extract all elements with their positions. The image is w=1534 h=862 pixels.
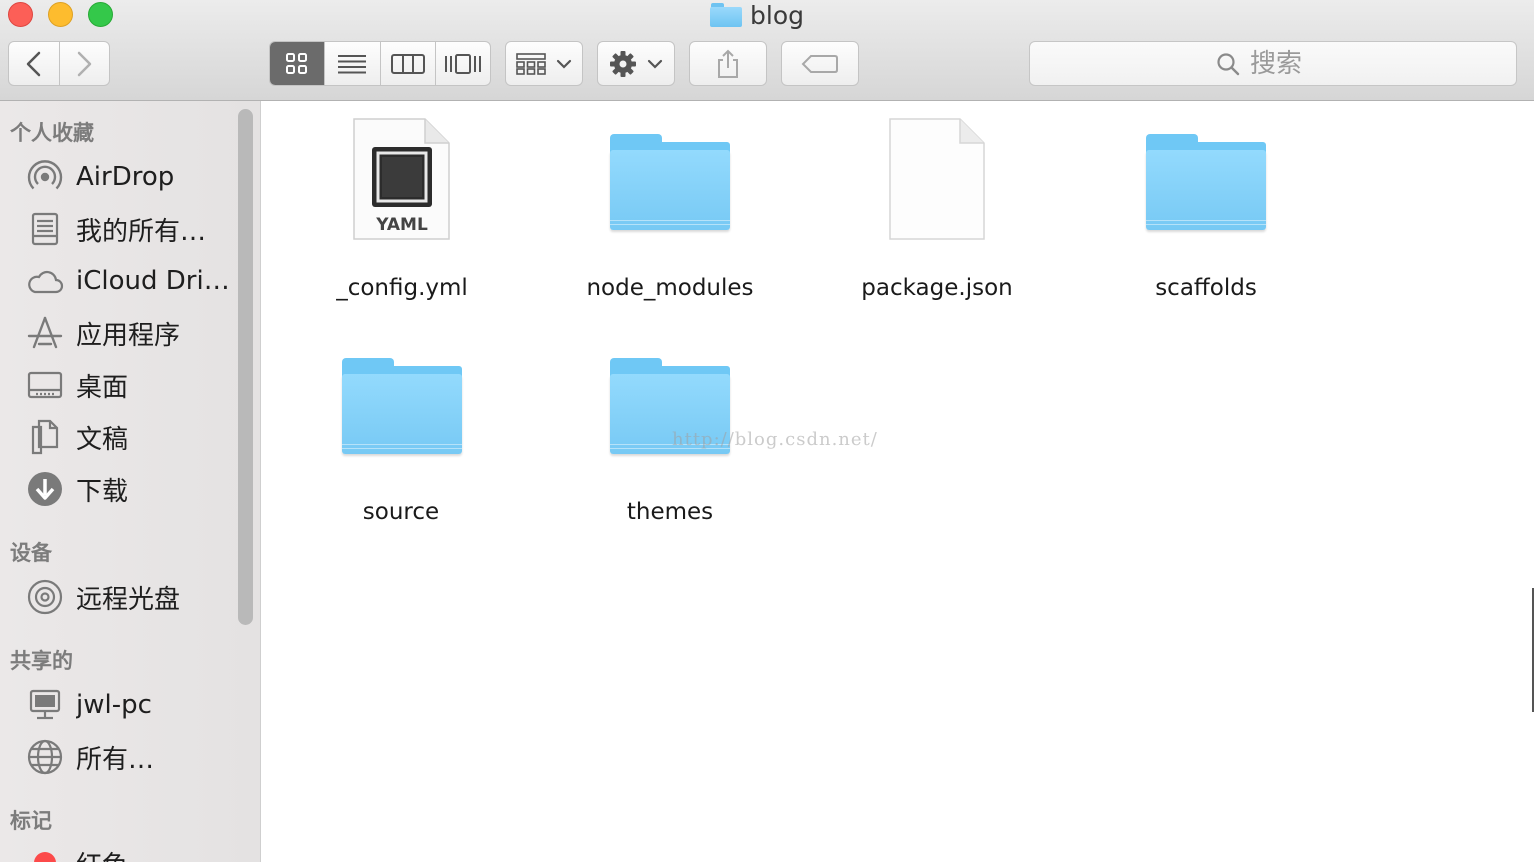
search-input[interactable] — [1250, 48, 1330, 79]
cloud-icon — [26, 262, 64, 300]
forward-button[interactable] — [58, 42, 110, 85]
share-button[interactable] — [689, 41, 767, 86]
zoom-window-button[interactable] — [88, 2, 113, 27]
window-toolbar: blog — [0, 0, 1534, 101]
folder-icon — [1146, 134, 1266, 232]
file-item-node-modules[interactable]: node_modules — [560, 117, 780, 317]
window-title-text: blog — [750, 0, 804, 30]
icon-view-icon — [286, 52, 308, 74]
sidebar-item-jwl-pc[interactable]: jwl-pc — [26, 683, 236, 727]
icon-view-button[interactable] — [270, 42, 325, 85]
sidebar-item-label: 下载 — [76, 476, 129, 507]
sidebar-item-airdrop[interactable]: AirDrop — [26, 155, 236, 199]
file-item-package-json[interactable]: package.json — [827, 117, 1047, 317]
file-name: _config.yml — [336, 275, 468, 301]
sidebar-item-label: 所有… — [76, 744, 155, 775]
document-icon — [889, 118, 985, 240]
section-header-favorites: 个人收藏 — [10, 121, 94, 145]
list-view-button[interactable] — [324, 42, 379, 85]
download-icon — [26, 470, 64, 508]
sidebar: 个人收藏 AirDrop 我的所有… iCloud Dri… 应用程序 桌面 文… — [0, 101, 261, 862]
window-title: blog — [710, 0, 804, 30]
minimize-window-button[interactable] — [48, 2, 73, 27]
red-tag-icon — [26, 844, 64, 862]
sidebar-item-label: AirDrop — [76, 162, 175, 192]
chevron-right-icon — [78, 51, 92, 76]
folder-icon — [610, 134, 730, 232]
sidebar-scrollbar[interactable] — [238, 109, 253, 625]
sidebar-item-all-my-files[interactable]: 我的所有… — [26, 207, 236, 251]
sidebar-item-label: jwl-pc — [76, 690, 152, 720]
column-view-button[interactable] — [379, 42, 435, 85]
sidebar-item-label: 远程光盘 — [76, 584, 181, 615]
search-icon — [1217, 52, 1240, 75]
file-name: source — [362, 499, 440, 525]
cover-flow-view-button[interactable] — [434, 42, 490, 85]
airdrop-icon — [26, 158, 64, 196]
yaml-file-icon — [353, 118, 450, 240]
sidebar-item-label: 红色 — [76, 845, 128, 862]
file-item-scaffolds[interactable]: scaffolds — [1096, 117, 1316, 317]
arrange-grid-icon — [516, 52, 546, 75]
file-browser-content: YAML _config.yml node_modules package.js… — [262, 101, 1532, 862]
cover-flow-view-icon — [444, 53, 481, 74]
action-button[interactable] — [597, 41, 675, 86]
sidebar-item-applications[interactable]: 应用程序 — [26, 311, 236, 355]
chevron-down-icon — [556, 59, 572, 69]
chevron-left-icon — [26, 51, 40, 76]
disc-icon — [26, 578, 64, 616]
sidebar-item-icloud-drive[interactable]: iCloud Dri… — [26, 259, 236, 303]
arrange-button[interactable] — [505, 41, 583, 86]
applications-icon — [26, 314, 64, 352]
folder-icon — [710, 3, 742, 27]
watermark: http://blog.csdn.net/ — [672, 429, 878, 450]
folder-icon — [342, 358, 462, 456]
section-header-shared: 共享的 — [10, 649, 73, 673]
gear-icon — [610, 50, 636, 77]
share-icon — [718, 49, 738, 78]
computer-icon — [26, 686, 64, 724]
sidebar-item-remote-disc[interactable]: 远程光盘 — [26, 575, 236, 619]
sidebar-item-label: 应用程序 — [76, 320, 181, 351]
column-view-icon — [390, 53, 425, 74]
chevron-down-icon — [647, 59, 663, 69]
sidebar-item-desktop[interactable]: 桌面 — [26, 363, 236, 407]
sidebar-item-tag-red[interactable]: 红色 — [26, 841, 236, 862]
tag-button[interactable] — [781, 41, 859, 86]
sidebar-item-label: 文稿 — [76, 424, 129, 455]
file-item-source[interactable]: source — [291, 341, 511, 541]
sidebar-item-all-shared[interactable]: 所有… — [26, 735, 236, 779]
section-header-devices: 设备 — [10, 541, 52, 565]
desktop-icon — [26, 366, 64, 404]
sidebar-item-label: iCloud Dri… — [76, 266, 230, 296]
search-field[interactable] — [1029, 41, 1517, 86]
section-header-tags: 标记 — [10, 809, 52, 833]
sidebar-item-downloads[interactable]: 下载 — [26, 467, 236, 511]
yaml-badge: YAML — [376, 215, 428, 235]
file-name: node_modules — [586, 275, 754, 301]
sidebar-item-label: 我的所有… — [76, 216, 207, 247]
file-item-config-yml[interactable]: YAML _config.yml — [292, 117, 512, 317]
file-name: themes — [626, 499, 714, 525]
file-name: scaffolds — [1155, 275, 1257, 301]
tag-icon — [801, 54, 838, 73]
navigation-buttons — [8, 41, 110, 86]
view-mode-selector — [269, 41, 491, 86]
documents-icon — [26, 418, 64, 456]
all-files-icon — [26, 210, 64, 248]
close-window-button[interactable] — [8, 2, 33, 27]
network-icon — [26, 738, 64, 776]
file-name: package.json — [861, 275, 1013, 301]
sidebar-item-label: 桌面 — [76, 372, 129, 403]
sidebar-item-documents[interactable]: 文稿 — [26, 415, 236, 459]
list-view-icon — [338, 54, 367, 73]
back-button[interactable] — [9, 42, 59, 85]
